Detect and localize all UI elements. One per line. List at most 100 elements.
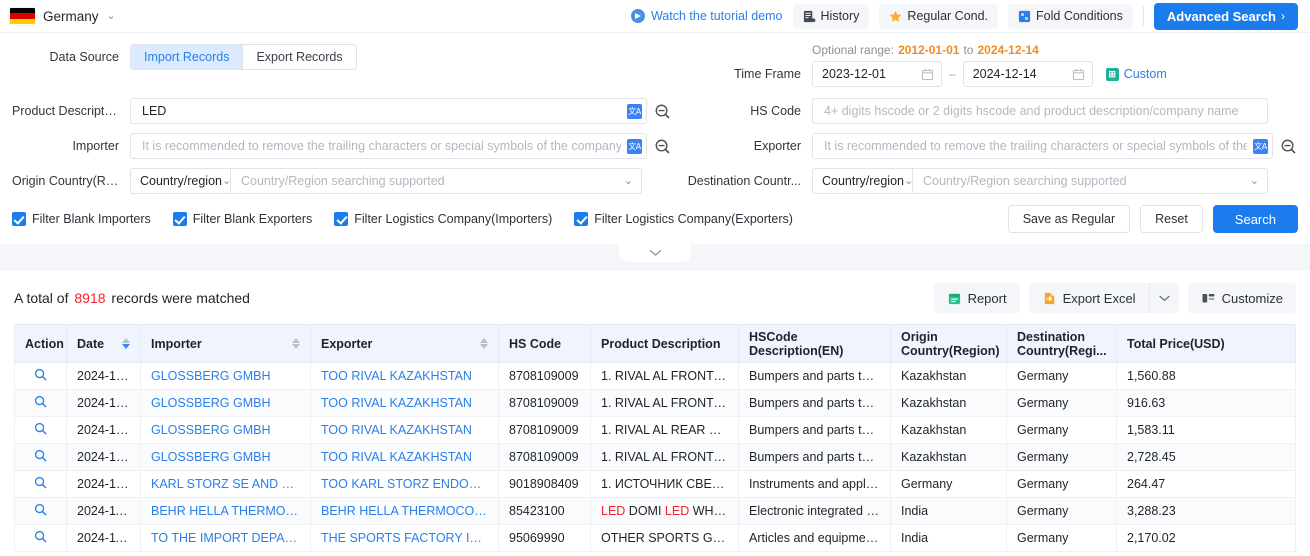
exporter-value[interactable] xyxy=(822,134,1249,158)
magnifier-icon[interactable] xyxy=(34,368,47,384)
col-hs-code: HS Code xyxy=(498,324,591,363)
hs-code-input[interactable] xyxy=(812,98,1268,124)
table-row[interactable]: 2024-12-10 GLOSSBERG GMBH TOO RIVAL KAZAKH… xyxy=(14,362,1296,390)
col-importer[interactable]: Importer xyxy=(140,324,311,363)
history-button[interactable]: History xyxy=(792,3,870,29)
search-actions: Save as Regular Reset Search xyxy=(1007,205,1298,233)
cell-importer[interactable]: GLOSSBERG GMBH xyxy=(140,416,311,444)
cell-importer[interactable]: TO THE IMPORT DEPARTMENT xyxy=(140,524,311,552)
cell-importer[interactable]: KARL STORZ SE AND CO KG xyxy=(140,470,311,498)
importer-value[interactable] xyxy=(140,134,623,158)
col-date[interactable]: Date xyxy=(66,324,141,363)
origin-country-search[interactable]: Country/Region searching supported ⌄ xyxy=(230,168,642,194)
cell-importer[interactable]: BEHR HELLA THERMOCONTR... xyxy=(140,497,311,525)
origin-country-select[interactable]: Country/region ⌄ xyxy=(130,168,231,194)
table-row[interactable]: 2024-12-10 GLOSSBERG GMBH TOO RIVAL KAZAKH… xyxy=(14,443,1296,471)
hs-code-label: HS Code xyxy=(750,104,801,118)
regular-cond-button[interactable]: Regular Cond. xyxy=(879,3,999,29)
date-to-input[interactable]: 2024-12-14 xyxy=(962,61,1093,87)
destination-country-select-value: Country/region xyxy=(822,174,904,188)
fold-conditions-label: Fold Conditions xyxy=(1036,9,1123,23)
product-description-input[interactable]: 文A xyxy=(130,98,647,124)
custom-range-button[interactable]: ⊞ Custom xyxy=(1105,67,1167,81)
export-excel-button[interactable]: Export Excel xyxy=(1029,283,1149,313)
table-row[interactable]: 2024-11-30TO THE IMPORT DEPARTMENTTHE SP… xyxy=(14,524,1296,552)
magnifier-icon[interactable] xyxy=(34,395,47,411)
product-description-value[interactable] xyxy=(140,99,623,123)
magnifier-icon[interactable] xyxy=(34,449,47,465)
cell-importer[interactable]: GLOSSBERG GMBH xyxy=(140,389,311,417)
search-row-4: Origin Country(Regi... Country/region ⌄ … xyxy=(12,167,1298,195)
importer-input[interactable]: 文A xyxy=(130,133,647,159)
cell-date: 2024-12-10 xyxy=(66,416,141,444)
magnifier-icon[interactable] xyxy=(34,530,47,546)
divider xyxy=(1142,6,1144,26)
reset-button[interactable]: Reset xyxy=(1140,205,1203,233)
data-source-group: Data Source Import Records Export Record… xyxy=(12,43,672,71)
cell-importer[interactable]: GLOSSBERG GMBH xyxy=(140,362,311,390)
checkbox-filter-logistics-importers[interactable]: Filter Logistics Company(Importers) xyxy=(334,212,552,226)
checkbox-filter-blank-exporters[interactable]: Filter Blank Exporters xyxy=(172,212,312,226)
sort-toggle-importer[interactable] xyxy=(292,338,300,349)
report-button[interactable]: Report xyxy=(933,283,1020,313)
search-row-2: Product Description 文A HS Code xyxy=(12,97,1298,125)
table-row[interactable]: 2024-11-30BEHR HELLA THERMOCONTR...BEHR … xyxy=(14,497,1296,525)
table-body: 2024-12-10 GLOSSBERG GMBH TOO RIVAL KAZAKH… xyxy=(14,362,1296,552)
checkbox-filter-logistics-exporters[interactable]: Filter Logistics Company(Exporters) xyxy=(574,212,793,226)
country-selector[interactable]: Germany ⌄ xyxy=(10,7,116,25)
destination-country-select[interactable]: Country/region ⌄ xyxy=(812,168,913,194)
sort-toggle-exporter[interactable] xyxy=(480,338,488,349)
checkbox-filter-blank-importers[interactable]: Filter Blank Importers xyxy=(12,212,151,226)
cell-exporter[interactable]: TOO RIVAL KAZAKHSTAN xyxy=(310,362,499,390)
col-exporter[interactable]: Exporter xyxy=(310,324,499,363)
cell-action[interactable] xyxy=(14,362,67,390)
top-bar: Germany ⌄ Watch the tutorial demo Histor… xyxy=(0,0,1310,33)
collapse-panel-button[interactable] xyxy=(619,244,691,262)
cell-exporter[interactable]: TOO RIVAL KAZAKHSTAN xyxy=(310,416,499,444)
cell-action[interactable] xyxy=(14,524,67,552)
checkbox-icon xyxy=(12,212,26,226)
cell-action[interactable] xyxy=(14,497,67,525)
cell-exporter[interactable]: THE SPORTS FACTORY INTERNATIO... xyxy=(310,524,499,552)
optional-range-from: 2012-01-01 xyxy=(898,43,960,57)
country-label: Germany xyxy=(43,8,99,24)
advanced-search-button[interactable]: Advanced Search › xyxy=(1153,2,1298,30)
fold-conditions-button[interactable]: Fold Conditions xyxy=(1008,3,1133,29)
translate-icon[interactable]: 文A xyxy=(627,138,642,154)
cell-action[interactable] xyxy=(14,416,67,444)
cell-action[interactable] xyxy=(14,443,67,471)
cell-exporter[interactable]: BEHR HELLA THERMOCONTROL IND... xyxy=(310,497,499,525)
exporter-input[interactable]: 文A xyxy=(812,133,1273,159)
date-from-input[interactable]: 2023-12-01 xyxy=(812,61,942,87)
cell-importer[interactable]: GLOSSBERG GMBH xyxy=(140,443,311,471)
save-as-regular-button[interactable]: Save as Regular xyxy=(1007,205,1131,233)
cell-action[interactable] xyxy=(14,389,67,417)
destination-country-search[interactable]: Country/Region searching supported ⌄ xyxy=(912,168,1268,194)
filter-label: Filter Logistics Company(Exporters) xyxy=(594,212,793,226)
magnifier-icon[interactable] xyxy=(34,503,47,519)
translate-icon[interactable]: 文A xyxy=(1253,138,1268,154)
cell-hs-code: 8708109009 xyxy=(498,389,591,417)
cell-exporter[interactable]: TOO RIVAL KAZAKHSTAN xyxy=(310,389,499,417)
origin-country-placeholder: Country/Region searching supported xyxy=(241,174,445,188)
exclude-search-icon[interactable] xyxy=(652,136,672,156)
cell-exporter[interactable]: TOO RIVAL KAZAKHSTAN xyxy=(310,443,499,471)
watch-tutorial-demo-link[interactable]: Watch the tutorial demo xyxy=(630,9,783,23)
tab-import-records[interactable]: Import Records xyxy=(131,45,243,69)
exclude-search-icon[interactable] xyxy=(1278,136,1298,156)
search-button[interactable]: Search xyxy=(1212,205,1298,233)
exclude-search-icon[interactable] xyxy=(652,101,672,121)
hs-code-value[interactable] xyxy=(822,99,1263,123)
cell-exporter[interactable]: TOO KARL STORZ ENDOSCOPY KAS... xyxy=(310,470,499,498)
table-row[interactable]: 2024-12-10 KARL STORZ SE AND CO KG TOO KAR… xyxy=(14,470,1296,498)
customize-button[interactable]: Customize xyxy=(1187,283,1296,313)
magnifier-icon[interactable] xyxy=(34,476,47,492)
translate-icon[interactable]: 文A xyxy=(627,103,642,119)
cell-action[interactable] xyxy=(14,470,67,498)
table-row[interactable]: 2024-12-10 GLOSSBERG GMBH TOO RIVAL KAZAKH… xyxy=(14,416,1296,444)
export-excel-dropdown[interactable] xyxy=(1148,283,1179,313)
magnifier-icon[interactable] xyxy=(34,422,47,438)
table-row[interactable]: 2024-12-10 GLOSSBERG GMBH TOO RIVAL KAZAKH… xyxy=(14,389,1296,417)
tab-export-records[interactable]: Export Records xyxy=(242,45,356,69)
sort-toggle-date[interactable] xyxy=(122,338,130,349)
